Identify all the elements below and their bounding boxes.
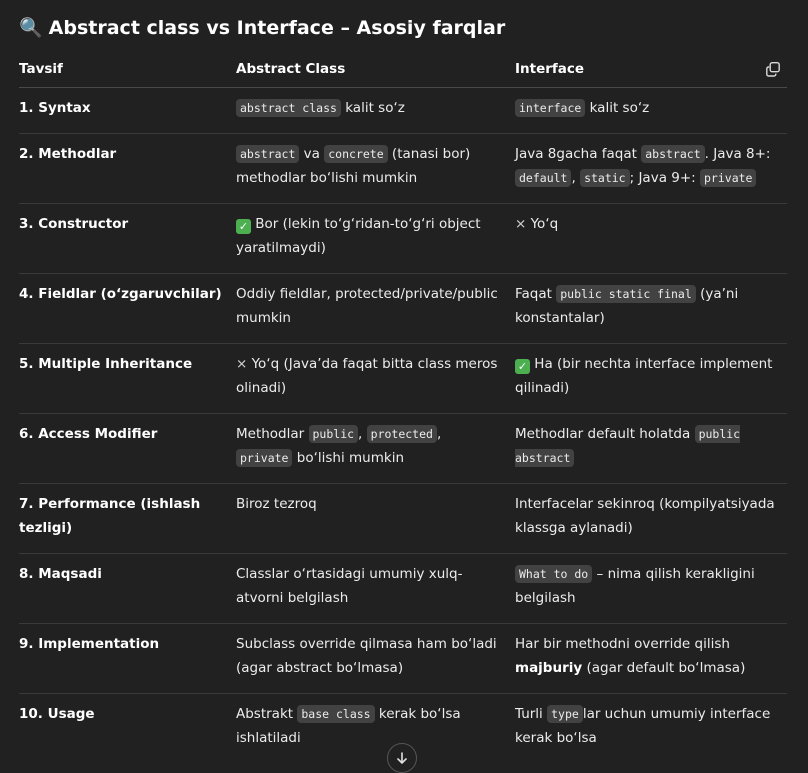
- table-row: 6. Access Modifier Methodlar public, prot…: [19, 414, 787, 484]
- cross-mark-icon: ×: [236, 356, 248, 372]
- inline-code: abstract: [641, 145, 705, 163]
- cell-text: Methodlar default holatda: [515, 426, 695, 442]
- cell-text: Har bir methodni override qilish: [515, 636, 730, 652]
- inline-code: type: [547, 705, 583, 723]
- emphasis-text: majburiy: [515, 660, 583, 676]
- abstract-class-cell: Oddiy fieldlar, protected/private/public…: [236, 282, 501, 330]
- scroll-down-button[interactable]: [387, 743, 417, 773]
- row-label: 2. Methodlar: [19, 146, 117, 162]
- row-label: 9. Implementation: [19, 636, 160, 652]
- row-label: 1. Syntax: [19, 100, 91, 116]
- cell-text: Methodlar: [236, 426, 309, 442]
- interface-cell: Faqat public static final (ya’ni konstan…: [515, 282, 787, 330]
- interface-cell: ✓ Ha (bir nechta interface implement qil…: [515, 352, 787, 400]
- inline-code: base class: [297, 705, 375, 723]
- cell-text: Yo‘q (Java’da faqat bitta class meros ol…: [236, 356, 498, 396]
- page-title: 🔍 Abstract class vs Interface – Asosiy f…: [19, 16, 506, 40]
- row-label: 6. Access Modifier: [19, 426, 158, 442]
- interface-cell: Methodlar default holatda public abstrac…: [515, 422, 787, 470]
- abstract-class-cell: Abstrakt base class kerak bo‘lsa ishlati…: [236, 702, 501, 750]
- row-label: 7. Performance (ishlash tezligi): [19, 496, 201, 536]
- check-mark-icon: ✓: [236, 219, 251, 234]
- arrow-down-icon: [397, 752, 407, 764]
- cell-text: Bor (lekin to‘g‘ridan-to‘g‘ri object yar…: [236, 216, 481, 256]
- cell-text: Turli: [515, 706, 548, 722]
- cell-text: Classlar o‘rtasidagi umumiy xulq-atvorni…: [236, 566, 463, 606]
- magnifier-icon: 🔍: [19, 17, 43, 39]
- row-label: 5. Multiple Inheritance: [19, 356, 193, 372]
- inline-code: public: [308, 425, 359, 443]
- inline-code: abstract: [236, 145, 300, 163]
- cell-text: Biroz tezroq: [236, 496, 317, 512]
- inline-code: What to do: [515, 565, 593, 583]
- interface-cell: Interfacelar sekinroq (kompilyatsiyada k…: [515, 492, 787, 540]
- interface-cell: Har bir methodni override qilish majburi…: [515, 632, 787, 680]
- column-header-interface: Interface: [515, 61, 585, 77]
- table-row: 7. Performance (ishlash tezligi) Biroz te…: [19, 484, 787, 554]
- abstract-class-cell: Subclass override qilmasa ham bo‘ladi (a…: [236, 632, 501, 680]
- cell-text: Abstrakt: [236, 706, 298, 722]
- cell-text: kalit so‘z: [585, 100, 650, 116]
- inline-code: abstract class: [236, 99, 341, 117]
- cell-text: kalit so‘z: [340, 100, 405, 116]
- cell-text: Subclass override qilmasa ham bo‘ladi (a…: [236, 636, 497, 676]
- cell-text: Ha (bir nechta interface implement qilin…: [515, 356, 773, 396]
- cell-text: Oddiy fieldlar, protected/private/public…: [236, 286, 498, 326]
- cell-text: va: [299, 146, 325, 162]
- table-row: 3. Constructor ✓ Bor (lekin to‘g‘ridan-to…: [19, 204, 787, 274]
- row-label: 10. Usage: [19, 706, 95, 722]
- column-header-abstract-class: Abstract Class: [236, 61, 346, 77]
- inline-code: interface: [515, 99, 586, 117]
- cell-text: . Java 8+:: [704, 146, 771, 162]
- row-label: 3. Constructor: [19, 216, 129, 232]
- cell-text: ,: [571, 170, 581, 186]
- check-mark-icon: ✓: [515, 359, 530, 374]
- interface-cell: × Yo‘q: [515, 212, 787, 236]
- cross-mark-icon: ×: [515, 216, 527, 232]
- inline-code: protected: [366, 425, 437, 443]
- abstract-class-cell: ✓ Bor (lekin to‘g‘ridan-to‘g‘ri object y…: [236, 212, 501, 260]
- page-title-text: Abstract class vs Interface – Asosiy far…: [48, 16, 506, 39]
- cell-text: Faqat: [515, 286, 557, 302]
- cell-text: Java 8gacha faqat: [515, 146, 642, 162]
- row-label: 4. Fieldlar (o‘zgaruvchilar): [19, 286, 222, 302]
- row-label: 8. Maqsadi: [19, 566, 102, 582]
- interface-cell: Turli type lar uchun umumiy interface ker…: [515, 702, 787, 750]
- abstract-class-cell: Classlar o‘rtasidagi umumiy xulq-atvorni…: [236, 562, 501, 610]
- comparison-table: 1. Syntax abstract class kalit so‘z interf…: [19, 88, 787, 760]
- interface-cell: What to do – nima qilish kerakligini bel…: [515, 562, 787, 610]
- inline-code: private: [236, 449, 293, 467]
- copy-table-icon[interactable]: [765, 61, 781, 77]
- cell-text: Yo‘q: [526, 216, 559, 232]
- abstract-class-cell: abstract va concrete (tanasi bor) method…: [236, 142, 501, 190]
- inline-code: public static final: [556, 285, 696, 303]
- table-row: 9. Implementation Subclass override qilma…: [19, 624, 787, 694]
- interface-cell: Java 8gacha faqat abstract. Java 8+: def…: [515, 142, 787, 190]
- table-row: 8. Maqsadi Classlar o‘rtasidagi umumiy xu…: [19, 554, 787, 624]
- table-row: 1. Syntax abstract class kalit so‘z interf…: [19, 88, 787, 134]
- abstract-class-cell: abstract class kalit so‘z: [236, 96, 501, 120]
- column-header-tavsif: Tavsif: [19, 61, 63, 77]
- abstract-class-cell: Biroz tezroq: [236, 492, 501, 516]
- inline-code: static: [580, 169, 630, 187]
- cell-text: ,: [358, 426, 367, 442]
- table-row: 5. Multiple Inheritance × Yo‘q (Java’da f…: [19, 344, 787, 414]
- table-header: Tavsif Abstract Class Interface: [19, 50, 787, 88]
- table-row: 4. Fieldlar (o‘zgaruvchilar) Oddiy fieldl…: [19, 274, 787, 344]
- inline-code: private: [700, 169, 757, 187]
- cell-text: (agar default bo‘lmasa): [582, 660, 746, 676]
- abstract-class-cell: × Yo‘q (Java’da faqat bitta class meros …: [236, 352, 501, 400]
- inline-code: concrete: [324, 145, 388, 163]
- cell-text: ,: [436, 426, 442, 442]
- cell-text: bo‘lishi mumkin: [292, 450, 404, 466]
- table-row: 2. Methodlar abstract va concrete (tanasi…: [19, 134, 787, 204]
- interface-cell: interface kalit so‘z: [515, 96, 787, 120]
- inline-code: default: [515, 169, 572, 187]
- cell-text: ; Java 9+:: [629, 170, 700, 186]
- cell-text: Interfacelar sekinroq (kompilyatsiyada k…: [515, 496, 775, 536]
- abstract-class-cell: Methodlar public, protected, private bo‘…: [236, 422, 501, 470]
